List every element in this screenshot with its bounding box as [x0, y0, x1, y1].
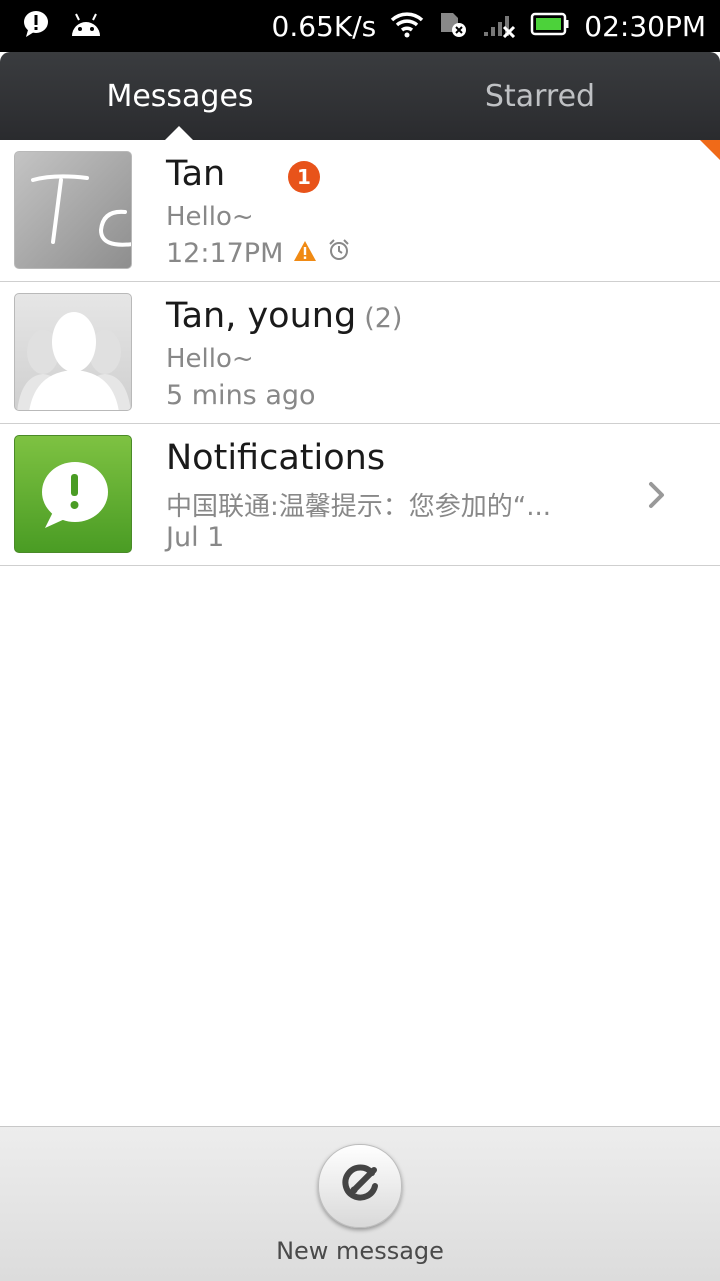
message-time: Jul 1 [166, 522, 225, 553]
contact-name: Tan [166, 154, 226, 194]
unread-badge: 1 [288, 161, 320, 193]
conversation-row-tan-young[interactable]: Tan, young (2) Hello~ 5 mins ago [0, 282, 720, 424]
battery-icon [530, 11, 570, 42]
network-speed: 0.65K/s [271, 9, 377, 43]
conversation-list: Tan 1 Hello~ 12:17PM Tan, young (2) Hell… [0, 140, 720, 566]
signal-no-service-icon [482, 10, 516, 43]
status-bar-left [22, 10, 104, 42]
status-bar-right: 0.65K/s 02:30PM [272, 8, 706, 44]
warning-icon [293, 238, 317, 269]
contact-name: Notifications [166, 438, 386, 478]
message-count: (2) [364, 303, 403, 334]
clock: 02:30PM [584, 9, 706, 43]
conversation-row-notifications[interactable]: Notifications 中国联通:温馨提示：您参加的“... Jul 1 [0, 424, 720, 566]
avatar-tan [14, 151, 132, 269]
new-message-button[interactable] [318, 1144, 402, 1228]
corner-flag-indicator [700, 140, 720, 160]
tab-starred[interactable]: Starred [360, 52, 720, 140]
wifi-icon [390, 10, 424, 43]
tab-bar: Messages Starred [0, 52, 720, 140]
status-bar: 0.65K/s 02:30PM [0, 0, 720, 52]
message-time: 12:17PM [166, 238, 284, 269]
alert-bubble-icon [22, 10, 50, 43]
message-preview: Hello~ [166, 202, 254, 232]
avatar-group [14, 293, 132, 411]
new-message-label[interactable]: New message [0, 1237, 720, 1265]
chevron-right-icon[interactable] [642, 480, 672, 510]
message-time-row: 12:17PM [166, 238, 351, 269]
conversation-row-tan[interactable]: Tan 1 Hello~ 12:17PM [0, 140, 720, 282]
sim-disabled-icon [438, 10, 468, 43]
avatar-notifications [14, 435, 132, 553]
contact-name-text: Tan, young [166, 296, 357, 336]
alarm-icon [327, 238, 351, 269]
message-time: 5 mins ago [166, 380, 316, 411]
contact-name: Tan, young (2) [166, 296, 402, 336]
compose-icon [338, 1162, 382, 1211]
tab-selected-indicator [165, 126, 193, 140]
message-preview: 中国联通:温馨提示：您参加的“... [166, 492, 552, 522]
bottom-action-bar: New message [0, 1126, 720, 1281]
message-time-row: Jul 1 [166, 522, 224, 553]
message-time-row: 5 mins ago [166, 380, 316, 411]
message-preview: Hello~ [166, 344, 254, 374]
android-icon [68, 10, 104, 43]
